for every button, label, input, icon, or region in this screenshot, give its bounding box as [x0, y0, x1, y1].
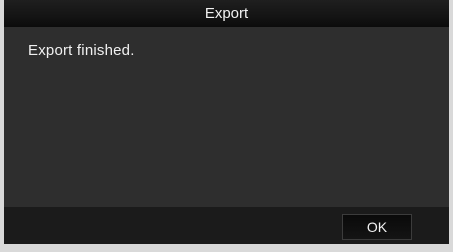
- export-dialog: Export Export finished. OK: [0, 0, 453, 252]
- export-status-message: Export finished.: [28, 42, 135, 59]
- dialog-footer: OK: [4, 207, 449, 244]
- ok-button[interactable]: OK: [342, 214, 412, 240]
- dialog-title-bar: Export: [4, 0, 449, 27]
- dialog-body: Export finished.: [4, 27, 449, 207]
- dialog-title: Export: [204, 5, 249, 22]
